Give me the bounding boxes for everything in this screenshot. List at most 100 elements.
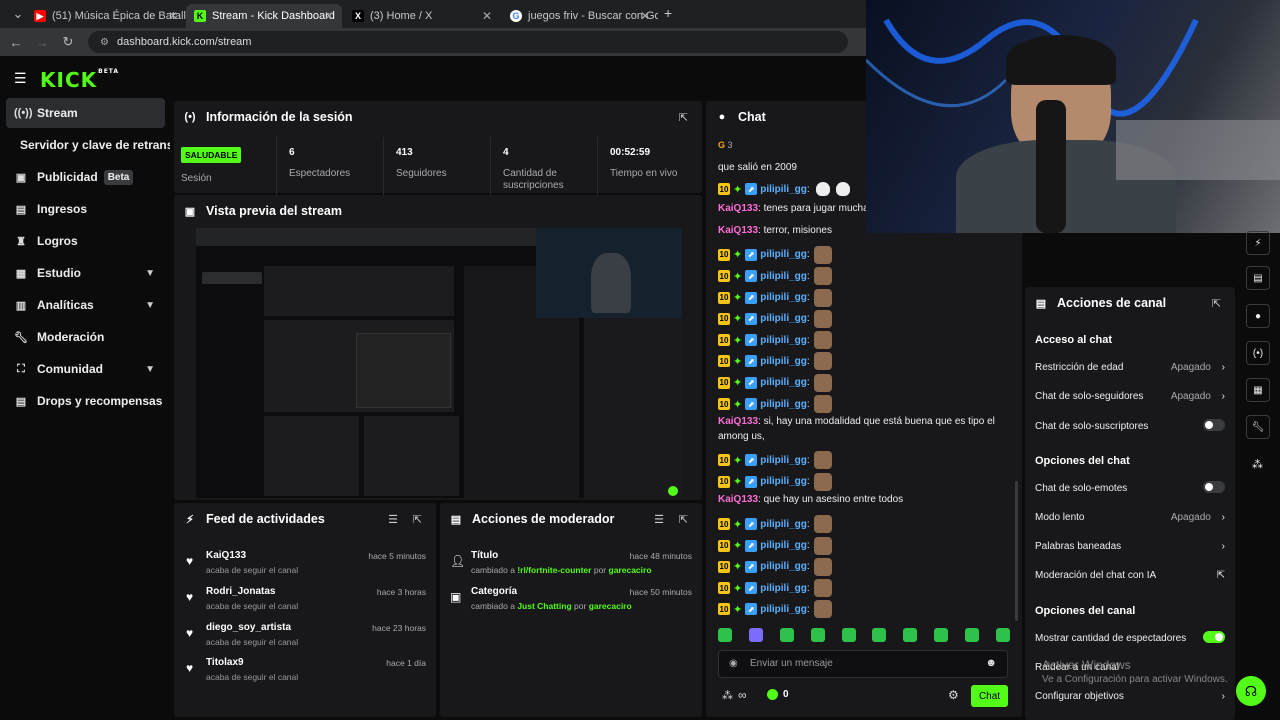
sidebar-item-drops[interactable]: ▤ Drops y recompensas — [6, 386, 165, 416]
chat-username[interactable]: pilipili_gg — [760, 184, 807, 195]
chat-username[interactable]: pilipili_gg — [760, 249, 807, 260]
kick-logo[interactable]: KICKBETA — [40, 68, 119, 92]
quick-emote-icon[interactable] — [934, 628, 949, 642]
chat-username[interactable]: KaiQ133 — [718, 494, 758, 505]
chat-username[interactable]: pilipili_gg — [760, 561, 807, 572]
sidebar-item-achievements[interactable]: ♜ Logros — [6, 226, 165, 256]
rail-wrench-icon[interactable]: 🔧︎ — [1246, 415, 1270, 439]
back-icon[interactable]: ← — [6, 32, 26, 52]
mod-action-user[interactable]: garecaciro — [589, 601, 632, 611]
chat-username[interactable]: KaiQ133 — [718, 203, 758, 214]
chat-username[interactable]: pilipili_gg — [760, 540, 807, 551]
browser-tab-x[interactable]: X (3) Home / X ✕ — [344, 4, 500, 28]
chat-username[interactable]: KaiQ133 — [718, 416, 758, 427]
quick-emote-icon[interactable] — [810, 628, 825, 642]
chat-separator: : — [806, 398, 810, 410]
popout-icon[interactable]: ⇱ — [1212, 297, 1221, 310]
chat-username[interactable]: pilipili_gg — [760, 455, 807, 466]
sidebar-item-moderation[interactable]: 🔧︎ Moderación — [6, 322, 165, 352]
chat-username[interactable]: pilipili_gg — [760, 335, 807, 346]
infinity-icon[interactable]: ∞ — [738, 688, 747, 702]
send-chat-button[interactable]: Chat — [971, 685, 1008, 707]
chat-input[interactable]: ◉ Enviar un mensaje ☻ — [718, 650, 1008, 678]
rail-community-icon[interactable]: ⁂ — [1252, 458, 1263, 471]
rail-broadcast-icon[interactable]: (•) — [1246, 341, 1270, 365]
sidebar-item-label: Logros — [37, 234, 78, 248]
chat-message-text: : terror, misiones — [758, 224, 832, 236]
browser-tab-kick[interactable]: K Stream - Kick Dashboard ✕ — [186, 4, 342, 28]
chat-username[interactable]: pilipili_gg — [760, 519, 807, 530]
browser-tab-youtube[interactable]: ▶ (51) Música Épica de Batalla Le ✕ — [26, 4, 186, 28]
banned-words-row[interactable]: Palabras baneadas › — [1035, 541, 1225, 552]
quick-emote-icon[interactable] — [872, 628, 887, 642]
chat-username[interactable]: pilipili_gg — [760, 271, 807, 282]
slow-mode-row[interactable]: Modo lento Apagado › — [1035, 512, 1225, 523]
sidebar-item-analytics[interactable]: ▥ Analíticas ▼ — [6, 290, 165, 320]
popout-icon[interactable]: ⇱ — [679, 111, 688, 124]
emotes-only-toggle[interactable] — [1203, 481, 1225, 493]
tab-title: Stream - Kick Dashboard — [212, 10, 335, 22]
close-icon[interactable]: ✕ — [482, 9, 492, 23]
show-viewers-toggle[interactable] — [1203, 631, 1225, 643]
reload-icon[interactable]: ↻ — [58, 32, 78, 52]
quick-emote-icon[interactable] — [748, 628, 763, 642]
quick-emote-icon[interactable] — [718, 628, 732, 642]
feed-user[interactable]: KaiQ133 — [206, 550, 246, 561]
rail-channel-icon[interactable]: ▦ — [1246, 378, 1270, 402]
pinned-count[interactable]: G 3 — [718, 140, 733, 150]
mod-action-user[interactable]: garecaciro — [609, 565, 652, 575]
forward-icon[interactable]: → — [32, 32, 52, 52]
chat-scrollbar[interactable] — [1015, 481, 1018, 621]
goals-row[interactable]: Configurar objetivos › — [1035, 691, 1225, 702]
site-info-icon[interactable]: ⚙ — [100, 37, 109, 48]
age-restriction-row[interactable]: Restricción de edad Apagado › — [1035, 362, 1225, 373]
chat-username[interactable]: pilipili_gg — [760, 604, 807, 615]
chat-username[interactable]: pilipili_gg — [760, 399, 807, 410]
menu-icon[interactable]: ☰ — [14, 70, 27, 87]
sidebar-item-income[interactable]: ▤ Ingresos — [6, 194, 165, 224]
ai-moderation-row[interactable]: Moderación del chat con IA ⇱ — [1035, 570, 1225, 581]
close-icon[interactable]: ✕ — [640, 9, 650, 23]
settings-icon[interactable]: ⚙ — [948, 688, 959, 702]
sidebar-item-stream[interactable]: ((•)) Stream — [6, 98, 165, 128]
new-tab-icon[interactable]: + — [664, 5, 672, 21]
feed-user[interactable]: Titolax9 — [206, 657, 244, 668]
rail-bolt-icon[interactable]: ⚡︎ — [1246, 231, 1270, 255]
close-icon[interactable]: ✕ — [168, 9, 178, 23]
chat-username[interactable]: pilipili_gg — [760, 583, 807, 594]
quick-emote-icon[interactable] — [995, 628, 1010, 642]
filter-icon[interactable]: ☰ — [388, 513, 398, 526]
emoji-icon[interactable]: ☻ — [985, 657, 997, 669]
chat-username[interactable]: pilipili_gg — [760, 292, 807, 303]
rail-chat-icon[interactable]: ● — [1246, 304, 1270, 328]
stream-preview-video[interactable] — [196, 228, 682, 498]
quick-emote-icon[interactable] — [965, 628, 979, 642]
followers-only-row[interactable]: Chat de solo-seguidores Apagado › — [1035, 391, 1225, 402]
quick-emote-icon[interactable] — [841, 628, 856, 642]
chat-username[interactable]: pilipili_gg — [760, 356, 807, 367]
community-icon[interactable]: ⁂ — [722, 689, 733, 702]
feed-user[interactable]: Rodri_Jonatas — [206, 586, 275, 597]
sidebar-item-studio[interactable]: ▦ Estudio ▼ — [6, 258, 165, 288]
support-icon[interactable]: ☊ — [1236, 676, 1266, 706]
chat-username[interactable]: pilipili_gg — [760, 313, 807, 324]
chat-username[interactable]: KaiQ133 — [718, 225, 758, 236]
url-field[interactable]: ⚙ dashboard.kick.com/stream — [88, 31, 848, 53]
subscribers-only-toggle[interactable] — [1203, 419, 1225, 431]
sidebar-item-community[interactable]: ⛶ Comunidad ▼ — [6, 354, 165, 384]
chat-username[interactable]: pilipili_gg — [760, 476, 807, 487]
filter-icon[interactable]: ☰ — [654, 513, 664, 526]
tab-search-icon[interactable]: ⌄ — [8, 4, 28, 24]
sidebar-item-server-key[interactable]: Servidor y clave de retransn — [20, 130, 170, 160]
feed-user[interactable]: diego_soy_artista — [206, 622, 291, 633]
quick-emote-icon[interactable] — [903, 628, 918, 642]
browser-tab-google[interactable]: G juegos friv - Buscar con Google ✕ — [502, 4, 658, 28]
sidebar-item-ads[interactable]: ▣ Publicidad Beta — [6, 162, 165, 192]
popout-icon[interactable]: ⇱ — [413, 513, 422, 526]
close-icon[interactable]: ✕ — [324, 9, 334, 23]
rail-document-icon[interactable]: ▤ — [1246, 266, 1270, 290]
chat-username[interactable]: pilipili_gg — [760, 377, 807, 388]
mod-action-name: Título — [471, 550, 499, 561]
popout-icon[interactable]: ⇱ — [679, 513, 688, 526]
quick-emote-icon[interactable] — [779, 628, 794, 642]
